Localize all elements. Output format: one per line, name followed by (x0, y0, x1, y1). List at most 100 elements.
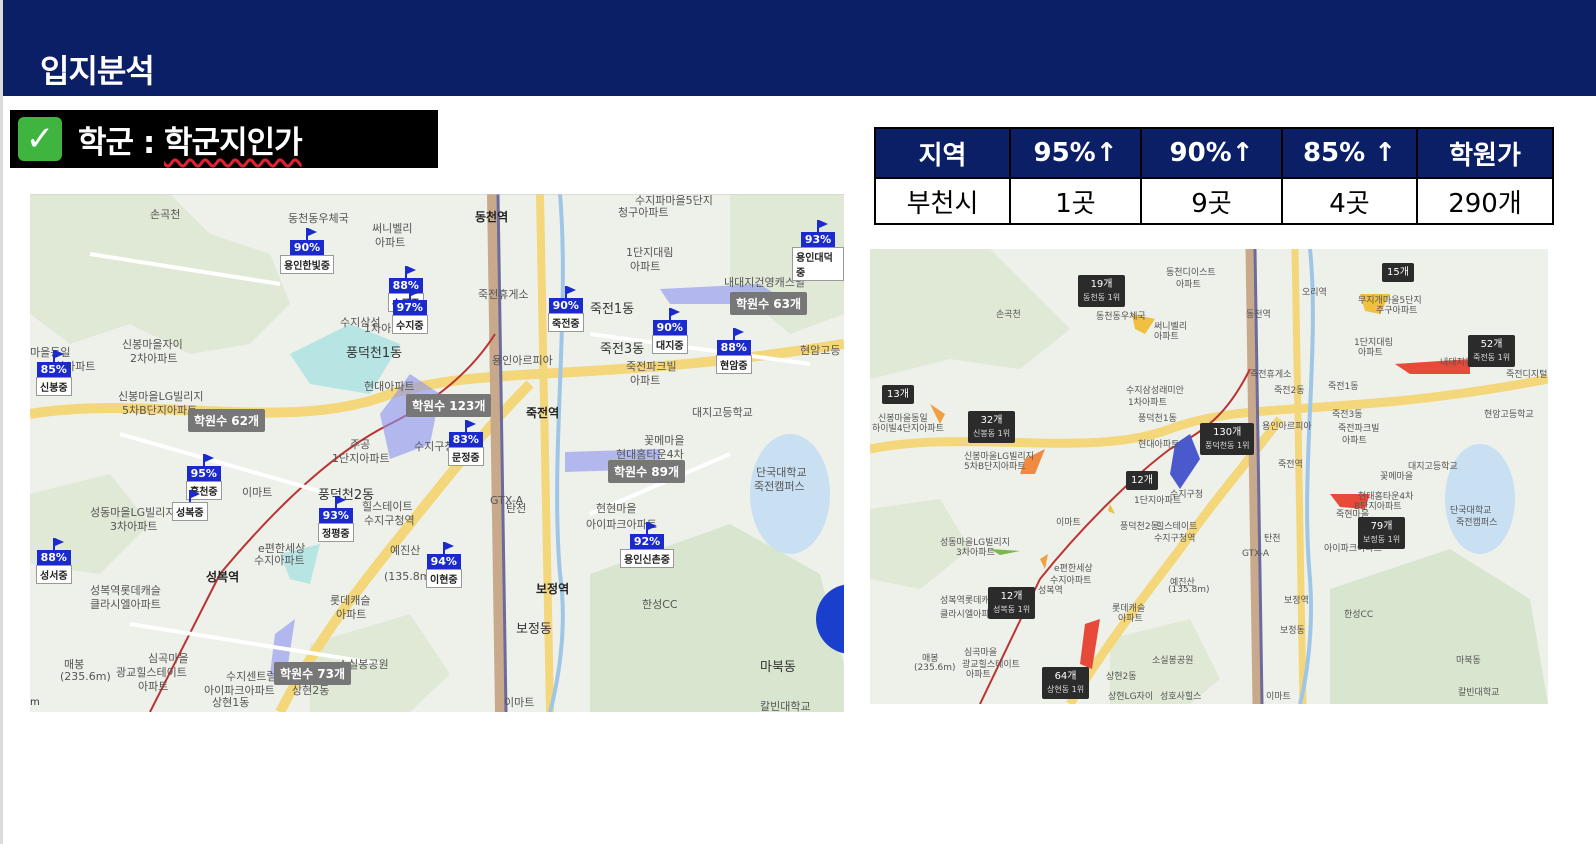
map-place-label: 성복역 (1038, 586, 1063, 596)
academy-count: 64개 (1054, 671, 1077, 682)
map-place-label: GTX-A (490, 494, 524, 507)
school-flag-marker[interactable]: 90% 대지중 (652, 308, 688, 354)
table-header-row: 지역 95%↑ 90%↑ 85% ↑ 학원가 (874, 127, 1554, 179)
school-flag-marker[interactable]: 93% 정평중 (318, 496, 354, 542)
map-place-label: 죽전디지털 (1506, 370, 1548, 380)
school-rate-badge: 92% (629, 534, 665, 549)
left-school-map[interactable]: m 손곡천 동천동우체국 써니벨리 아파트 동천역 수지파마을5단지 청구아파트 1단지대림 아… (30, 194, 844, 712)
map-place-label: 칼빈대학교 (760, 700, 811, 712)
school-flag-marker[interactable]: 97% 수지중 (392, 288, 428, 334)
page-title: 입지분석 (40, 52, 155, 90)
academy-rank-tag[interactable]: 32개 신봉동 1위 (968, 411, 1016, 443)
map-place-label: 꽃메마을 (1380, 472, 1414, 482)
academy-rank-tag[interactable]: 52개죽전동 1위 (1468, 335, 1516, 367)
map-place-label: (235.6m) (914, 663, 956, 673)
academy-rank-tag[interactable]: 13개 (882, 385, 914, 404)
academy-count: 52개 (1480, 339, 1503, 350)
map-place-label: 동천역 (1246, 310, 1271, 320)
right-map-base (870, 249, 1548, 704)
map-place-label: 보정역 (536, 582, 570, 596)
map-place-label: GTX-A (1242, 549, 1270, 559)
map-place-label: 동천역 (475, 210, 509, 224)
school-stats-table: 지역 95%↑ 90%↑ 85% ↑ 학원가 부천시 1곳 9곳 4곳 290개 (874, 127, 1554, 225)
academy-rank: 상현동 1위 (1047, 685, 1085, 694)
map-place-label: 아파트 (138, 680, 169, 693)
school-name-label: 용인한빛중 (280, 255, 334, 274)
map-place-label: 아파트 (1342, 436, 1367, 446)
map-place-label: 상현LG자이 (1108, 692, 1154, 702)
map-place-label: 죽전1동 (590, 302, 635, 317)
academy-rank: 보정동 1위 (1363, 535, 1401, 544)
map-place-label: 소실봉공원 (1152, 656, 1194, 666)
map-place-label: 죽전캠퍼스 (1456, 518, 1498, 528)
map-place-label: 현현마을 (596, 502, 637, 515)
school-name-label: 용인신촌중 (620, 549, 674, 568)
map-place-label: 1단지아파트 (332, 452, 390, 465)
map-place-label: 1차아파트 (1128, 398, 1167, 408)
school-flag-marker[interactable]: 94% 이현중 (426, 542, 462, 588)
school-flag-marker[interactable]: 83% 문정중 (448, 420, 484, 466)
school-rate-badge: 90% (548, 298, 583, 313)
academy-rank-tag[interactable]: 12개 성복동 1위 (988, 587, 1036, 619)
school-flag-marker[interactable]: 88% 현암중 (716, 328, 752, 374)
school-flag-marker[interactable]: 93% 용인대덕중 (792, 220, 844, 281)
academy-rank-tag[interactable]: 12개 (1126, 471, 1158, 490)
map-place-label: 아파트 (630, 260, 661, 273)
map-place-label: 2차아파트 (130, 352, 178, 365)
header-bar (0, 0, 1596, 96)
map-place-label: 청구아파트 (618, 206, 669, 219)
map-place-label: 죽전1동 (1328, 382, 1359, 392)
academy-rank-tag[interactable]: 79개 보정동 1위 (1358, 517, 1406, 549)
map-place-label: 이마트 (242, 486, 273, 499)
map-place-label: 아파트 (1154, 332, 1179, 342)
school-name-label: 죽전중 (548, 313, 584, 332)
section-label-prefix: 학군 : (78, 124, 165, 161)
map-place-label: 죽전휴게소 (1250, 370, 1292, 380)
school-name-label: 수지중 (392, 315, 428, 334)
flag-icon (442, 542, 454, 554)
academy-rank-tag[interactable]: 15개 (1382, 263, 1414, 282)
academy-rank-tag[interactable]: 19개 동천동 1위 (1078, 275, 1126, 307)
flag-icon (408, 288, 420, 300)
flag-icon (306, 228, 317, 240)
table-cell: 1곳 (1009, 177, 1142, 225)
right-academy-map[interactable]: 동천디이스트 아파트 오리역 무지개마을5단지 주구아파트 손곡천 동천동우체국 써니벨리 아파… (870, 249, 1548, 704)
map-place-label: 오리역 (1302, 288, 1327, 298)
section-banner: ✓ 학군 : 학군지인가 (10, 110, 438, 168)
academy-count-label: 학원수 63개 (730, 292, 808, 315)
school-flag-marker[interactable]: 성복중 (172, 490, 208, 521)
map-place-label: 3차아파트 (110, 520, 158, 533)
academy-count-label: 학원수 89개 (608, 460, 686, 483)
flag-icon (188, 490, 200, 502)
school-flag-marker[interactable]: 92% 용인신촌중 (620, 522, 674, 568)
academy-rank: 성복동 1위 (993, 605, 1031, 614)
map-place-label: 동천동우체국 (1096, 312, 1146, 322)
map-place-label: 현암고등학교 (1484, 410, 1534, 420)
school-flag-marker[interactable]: 90% 용인한빛중 (280, 228, 334, 274)
map-place-label: 대지고등학교 (692, 406, 753, 419)
map-place-label: 클라시엘아파트 (90, 598, 161, 611)
map-place-label: 아파트 (966, 670, 991, 680)
academy-rank-tag[interactable]: 130개 풍덕천동 1위 (1200, 423, 1255, 455)
map-place-label: 한성CC (1344, 610, 1374, 620)
academy-rank: 죽전동 1위 (1473, 353, 1511, 362)
table-cell: 4곳 (1281, 177, 1418, 225)
map-place-label: 수지구청 (1170, 490, 1204, 500)
academy-count-label: 학원수 123개 (406, 394, 492, 417)
school-rate-badge: 97% (392, 300, 427, 315)
academy-rank-tag[interactable]: 64개상현동 1위 (1042, 667, 1090, 699)
map-place-label: 이마트 (1266, 692, 1291, 702)
map-place-label: 이마트 (1056, 518, 1081, 528)
school-name-label: 대지중 (652, 335, 688, 354)
school-flag-marker[interactable]: 85% 신봉중 (36, 350, 72, 396)
school-flag-marker[interactable]: 88% 성서중 (36, 538, 72, 584)
school-flag-marker[interactable]: 90% 죽전중 (548, 286, 584, 332)
academy-count-label: 학원수 62개 (188, 409, 266, 432)
school-rate-badge: 85% (36, 362, 71, 377)
table-row: 부천시 1곳 9곳 4곳 290개 (874, 177, 1554, 225)
table-header-cell: 85% ↑ (1281, 127, 1418, 179)
map-place-label: 칼빈대학교 (1458, 688, 1500, 698)
map-place-label: 손곡천 (996, 310, 1021, 320)
map-place-label: 보정동 (1280, 626, 1305, 636)
academy-rank: 풍덕천동 1위 (1205, 441, 1250, 450)
